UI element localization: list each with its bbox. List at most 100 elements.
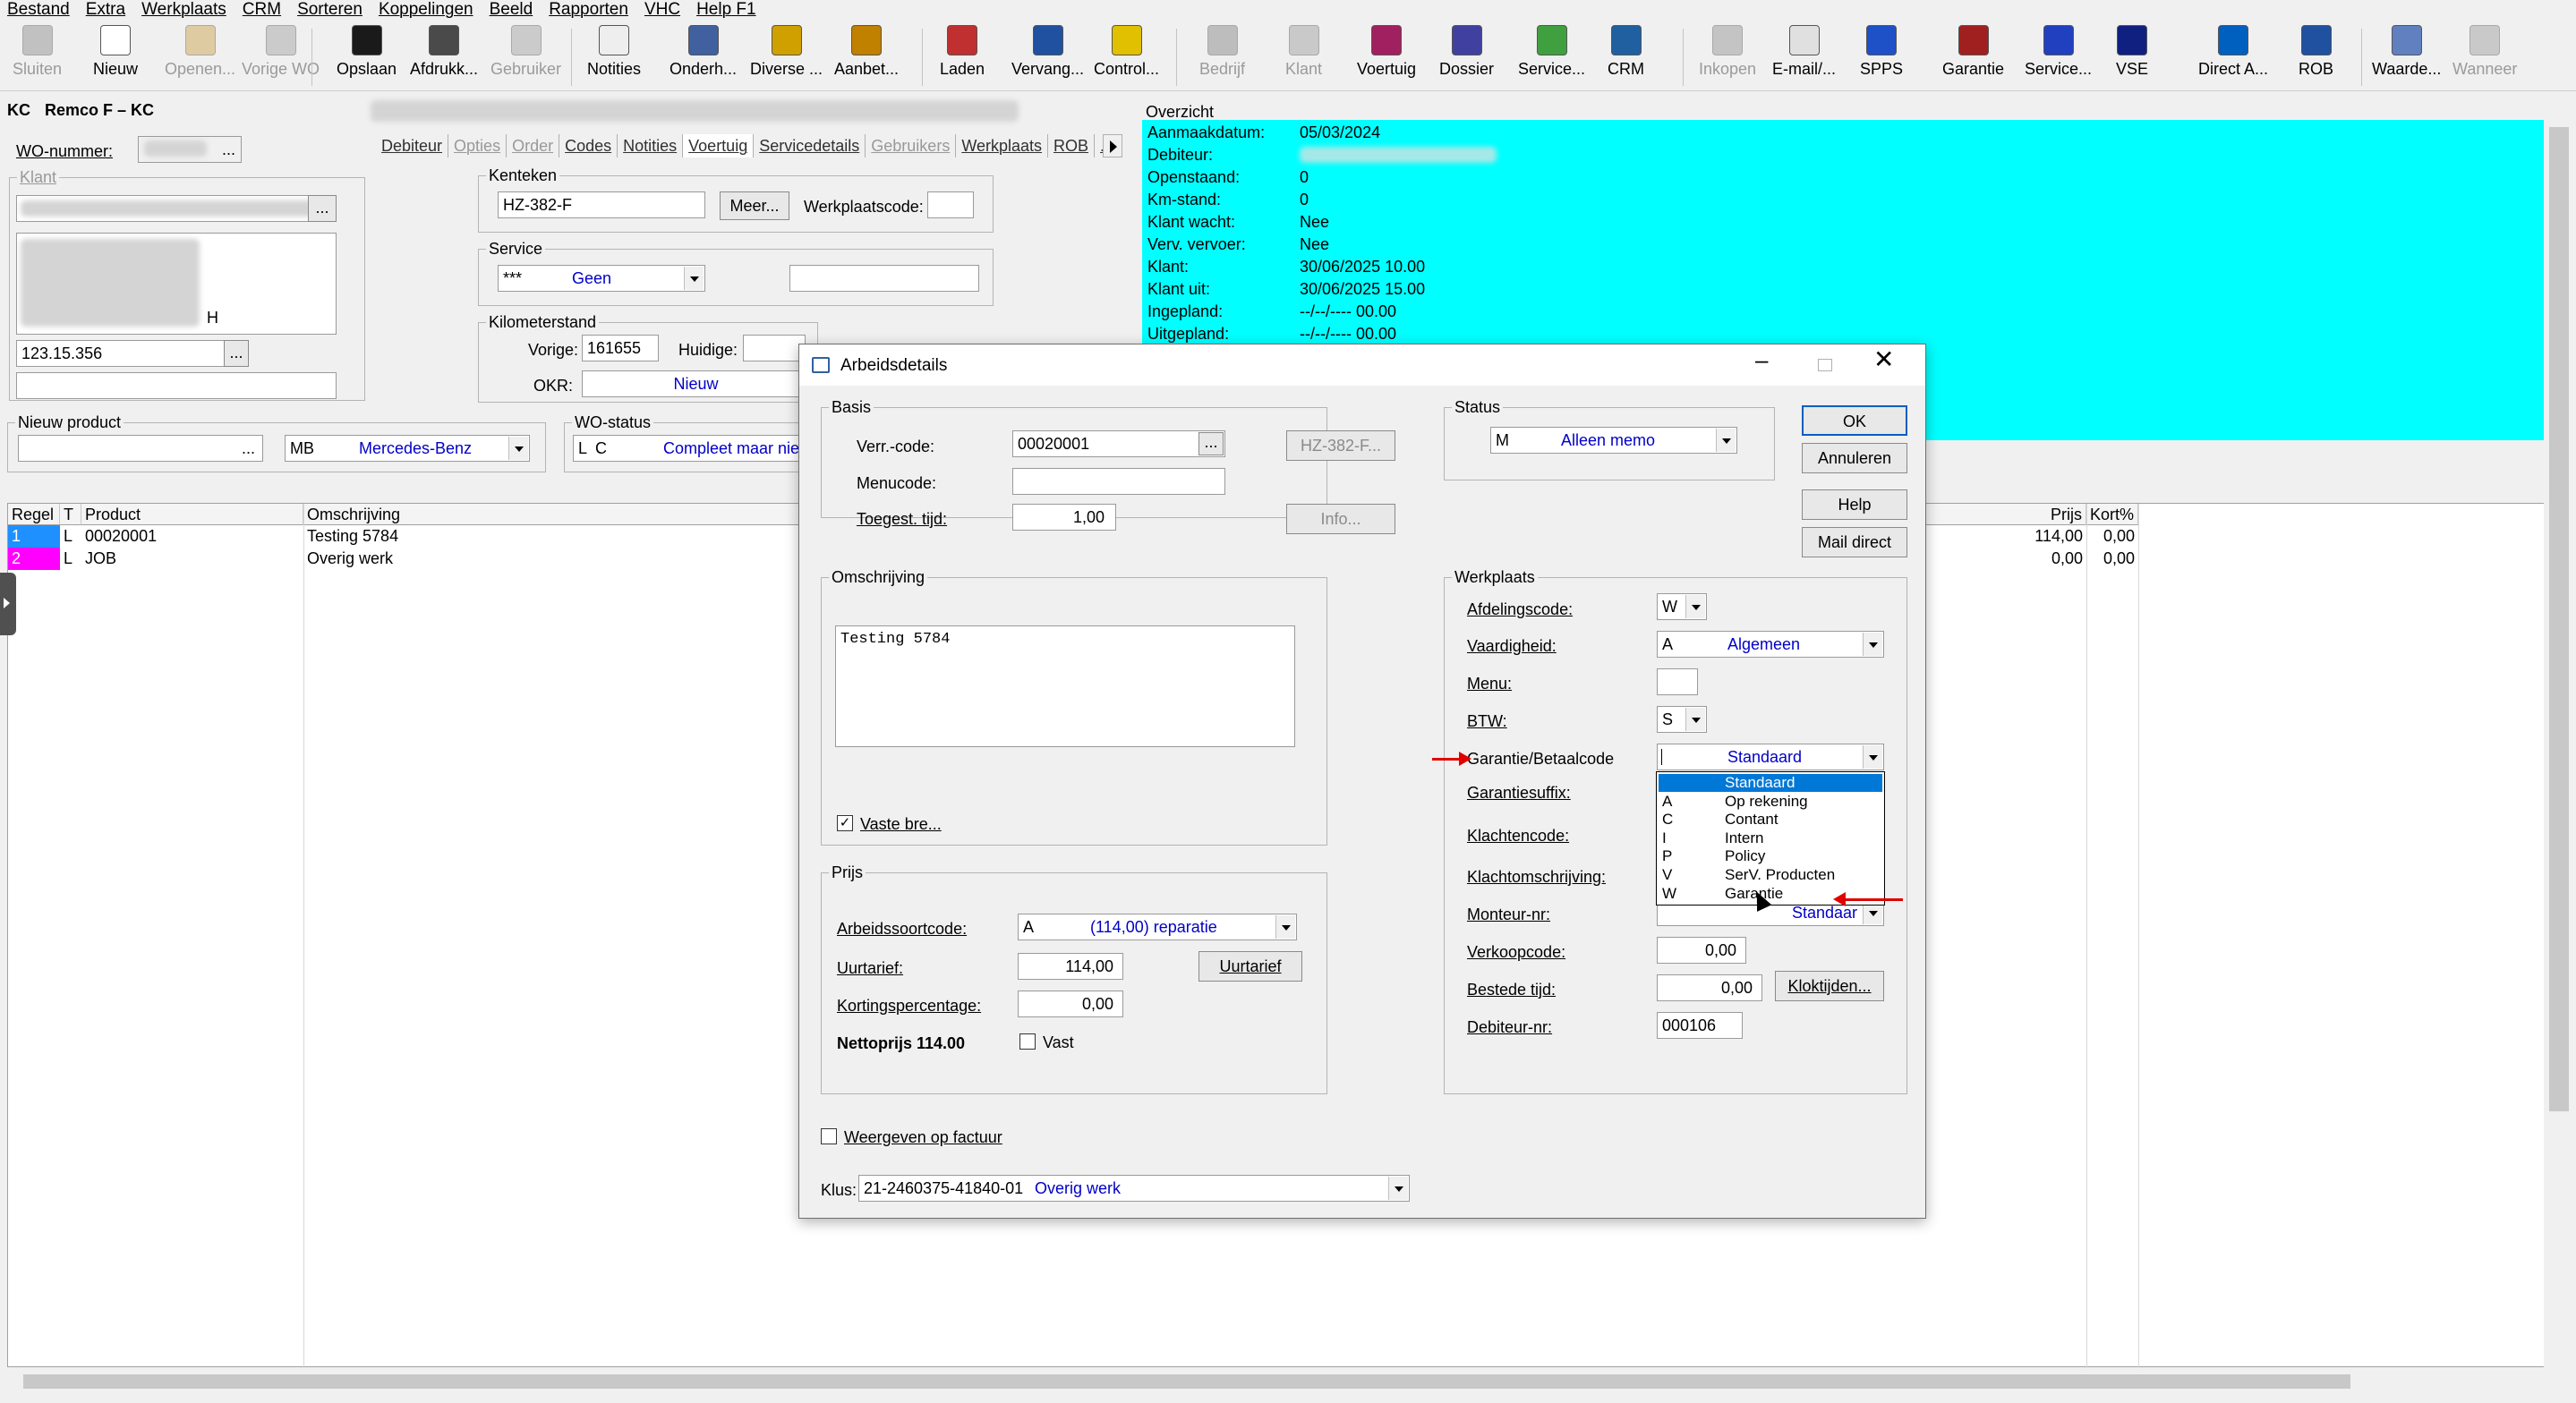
vertical-scrollbar[interactable] [2544,120,2576,1367]
service-extra-field[interactable] [789,265,979,292]
vast-checkbox[interactable] [1019,1033,1036,1050]
toolbar-direct-button[interactable]: Direct A... [2198,25,2268,89]
menu-koppelingen[interactable]: Koppelingen [371,0,482,20]
menu-rapporten[interactable]: Rapporten [542,0,637,20]
wo-status-field[interactable]: L C Compleet maar niet g [573,435,806,462]
menu-bestand[interactable]: Bestand [0,0,79,20]
toolbar-vse-button[interactable]: VSE [2116,25,2148,89]
toolbar-close-door-button[interactable]: Sluiten [13,25,62,89]
nieuw-product-field[interactable]: ... [18,435,263,462]
dropdown-option-contant[interactable]: C Contant [1659,811,1882,829]
tab-gebruikers[interactable]: Gebruikers [866,134,957,157]
vaste-checkbox[interactable]: ✓ [837,815,853,831]
dropdown-option-op-rekening[interactable]: A Op rekening [1659,793,1882,811]
toolbar-service-button[interactable]: Service... [1518,25,1585,89]
toolbar-email-button[interactable]: E-mail/... [1772,25,1836,89]
toolbar-new-document-button[interactable]: Nieuw [93,25,138,89]
toolbar-warranty-button[interactable]: Garantie [1942,25,2004,89]
close-icon[interactable]: ✕ [1873,347,1894,372]
omschrijving-textarea[interactable]: Testing 5784 [835,625,1295,747]
toolbar-save-button[interactable]: Opslaan [337,25,397,89]
toolbar-user-button[interactable]: Gebruiker [490,25,561,89]
menu-field[interactable] [1657,668,1698,695]
afdelingscode-select[interactable]: W [1657,593,1707,620]
kenteken-field[interactable]: HZ-382-F [498,191,705,218]
toolbar-tag-button[interactable]: Diverse ... [750,25,823,89]
tab-notities[interactable]: Notities [618,134,684,157]
menu-werkplaats[interactable]: Werkplaats [134,0,235,20]
menu-crm[interactable]: CRM [235,0,290,20]
dropdown-option-intern[interactable]: I Intern [1659,829,1882,847]
verr-code-field[interactable]: 00020001 [1012,430,1225,457]
huidige-field[interactable] [743,335,806,361]
side-panel-toggle[interactable] [0,573,16,635]
verkoopcode-field[interactable]: 0,00 [1657,937,1746,964]
maximize-icon[interactable] [1818,359,1832,371]
garantie-betaalcode-select[interactable]: Standaard [1657,744,1884,770]
tab-codes[interactable]: Codes [559,134,618,157]
toolbar-open-folder-button[interactable]: Openen... [165,25,235,89]
annuleren-button[interactable]: Annuleren [1802,443,1907,473]
minimize-icon[interactable]: – [1755,348,1768,371]
klant-lookup-button[interactable]: ... [308,195,337,222]
tab-scroll-right-button[interactable] [1103,134,1122,157]
col-product[interactable]: Product [81,504,303,525]
toolbar-calendar-button[interactable]: Wanneer [2452,25,2517,89]
korting-field[interactable]: 0,00 [1018,991,1123,1017]
toolbar-replace-button[interactable]: Vervang... [1011,25,1084,89]
toolbar-vehicle-button[interactable]: Voertuig [1357,25,1416,89]
toolbar-dossier-button[interactable]: Dossier [1439,25,1494,89]
tab-order[interactable]: Order [507,134,560,157]
id-lookup-button[interactable]: ... [224,340,249,367]
col-regel[interactable]: Regel [8,504,60,525]
tab-werkplaats[interactable]: Werkplaats [956,134,1049,157]
toolbar-spps-button[interactable]: SPPS [1860,25,1903,89]
mail-direct-button[interactable]: Mail direct [1802,527,1907,557]
tab-debiteur[interactable]: Debiteur [376,134,449,157]
col-t[interactable]: T [60,504,81,525]
arbeidssoortcode-select[interactable]: A (114,00) reparatie [1018,914,1297,940]
ok-button[interactable]: OK [1802,405,1907,436]
vorige-field[interactable]: 161655 [582,335,659,361]
toolbar-printer-button[interactable]: Afdrukk... [410,25,478,89]
toolbar-rob-button[interactable]: ROB [2299,25,2333,89]
menu-extra[interactable]: Extra [79,0,134,20]
dropdown-option-serv-producten[interactable]: V SerV. Producten [1659,866,1882,884]
weergeven-checkbox[interactable] [821,1128,837,1144]
menu-beeld[interactable]: Beeld [482,0,542,20]
menu-vhc[interactable]: VHC [637,0,689,20]
toegest-tijd-field[interactable]: 1,00 [1012,504,1116,531]
btw-select[interactable]: S [1657,706,1707,733]
klant-field[interactable] [16,195,337,222]
plate-button[interactable]: HZ-382-F... [1286,430,1395,461]
toolbar-load-button[interactable]: Laden [940,25,985,89]
wo-number-field[interactable]: ... [138,136,242,163]
kloktijden-button[interactable]: Kloktijden... [1775,971,1884,1001]
help-button[interactable]: Help [1802,489,1907,520]
klus-select[interactable]: 21-2460375-41840-01 Overig werk [858,1175,1410,1202]
debiteur-nr-field[interactable]: 000106 [1657,1012,1743,1039]
werkplaatscode-field[interactable] [927,191,974,218]
toolbar-quote-button[interactable]: Aanbet... [834,25,899,89]
service-select[interactable]: *** Geen [498,265,705,292]
info-button[interactable]: Info... [1286,504,1395,534]
menu-sorteren[interactable]: Sorteren [290,0,371,20]
toolbar-maintenance-button[interactable]: Onderh... [670,25,737,89]
toolbar-redo-button[interactable]: Vorige WO [242,25,320,89]
col-kort[interactable]: Kort% [2086,504,2138,525]
extra-field[interactable] [16,372,337,399]
tab-servicedetails[interactable]: Servicedetails [754,134,866,157]
dropdown-option-standaard[interactable]: Standaard [1659,774,1882,792]
okr-field[interactable]: Nieuw [582,370,806,397]
toolbar-notes-button[interactable]: Notities [587,25,641,89]
toolbar-purchase-button[interactable]: Inkopen [1699,25,1756,89]
id-field[interactable]: 123.15.356 [16,340,249,367]
status-select[interactable]: M Alleen memo [1490,427,1737,454]
horizontal-scrollbar[interactable] [7,1369,2546,1394]
meer-button[interactable]: Meer... [720,191,789,220]
uurtarief-field[interactable]: 114,00 [1018,953,1123,980]
toolbar-keys-button[interactable]: Control... [1094,25,1159,89]
toolbar-customer-button[interactable]: Klant [1285,25,1322,89]
tab-opties[interactable]: Opties [448,134,508,157]
vaardigheid-select[interactable]: A Algemeen [1657,631,1884,658]
